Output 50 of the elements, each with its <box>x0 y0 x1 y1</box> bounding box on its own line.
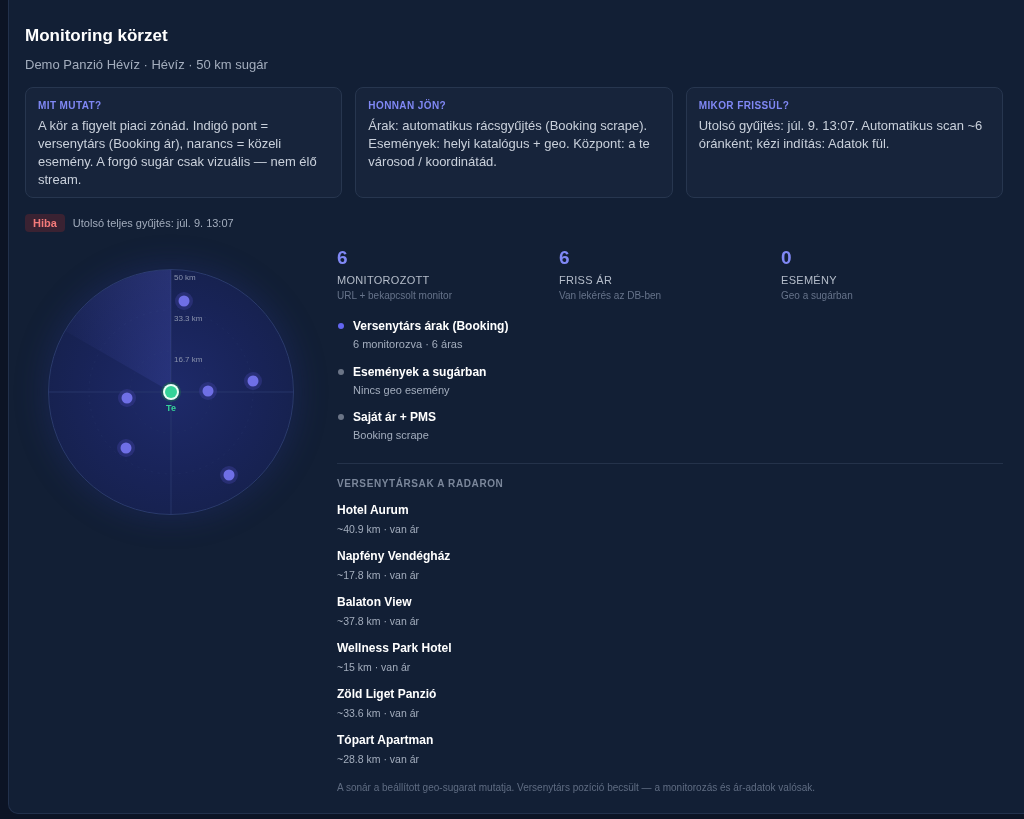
stat-label: ESEMÉNY <box>781 274 838 287</box>
page-subtitle: Demo Panzió Hévíz · Hévíz · 50 km sugár <box>25 57 269 73</box>
stat-label: FRISS ÁR <box>559 274 614 287</box>
competitor-name: Hotel Aurum <box>337 503 410 518</box>
info-card-heading: MIT MUTAT? <box>38 100 103 112</box>
page-title: Monitoring körzet <box>25 25 169 47</box>
competitor-name: Tópart Apartman <box>337 733 435 748</box>
competitor-name: Napfény Vendégház <box>337 549 452 564</box>
competitor-caption: ~37.8 km · van ár <box>337 615 420 628</box>
source-caption: Nincs geo esemény <box>353 383 451 397</box>
competitor-caption: ~40.9 km · van ár <box>337 523 420 536</box>
ring-distance-label: 50 km <box>174 273 196 283</box>
stat-value: 6 <box>337 247 349 269</box>
competitor-marker-icon <box>220 466 238 484</box>
info-card-text: Utolsó gyűjtés: júl. 9. 13:07. Automatikus scan ~6 óránként; kézi indítás: Adatok fül. <box>698 117 984 153</box>
competitor-name: Wellness Park Hotel <box>337 641 453 656</box>
stat-value: 6 <box>559 247 571 269</box>
status-badge: Hiba <box>25 214 65 232</box>
source-caption: Booking scrape <box>353 429 430 442</box>
competitor-marker-icon <box>244 372 262 390</box>
competitor-marker-icon <box>199 382 217 400</box>
competitor-caption: ~17.8 km · van ár <box>337 569 420 582</box>
source-title: Események a sugárban <box>353 364 487 380</box>
source-caption: 6 monitorozva · 6 áras <box>353 338 464 351</box>
ring-distance-label: 33.3 km <box>174 314 203 324</box>
competitor-marker-icon <box>175 292 193 310</box>
info-card-text: Árak: automatikus rácsgyűjtés (Booking scrape). Események: helyi katalógus + geo. Központ: a te városod / koordinátád. <box>368 117 651 171</box>
section-heading: VERSENYTÁRSAK A RADARON <box>337 478 505 490</box>
stat-label: MONITOROZOTT <box>337 274 431 287</box>
competitor-caption: ~15 km · van ár <box>337 661 412 674</box>
competitor-caption: ~33.6 km · van ár <box>337 707 420 720</box>
competitor-marker-icon <box>117 439 135 457</box>
competitor-name: Zöld Liget Panzió <box>337 687 438 702</box>
competitor-caption: ~28.8 km · van ár <box>337 753 420 766</box>
center-label: Te <box>166 403 176 414</box>
footnote: A sonár a beállított geo-sugarat mutatja. Versenytárs pozíció becsült — a monitorozás és ár-adatok valósak. <box>337 782 817 794</box>
stat-value: 0 <box>781 247 793 269</box>
competitor-marker-icon <box>118 389 136 407</box>
ring-distance-label: 16.7 km <box>174 355 203 365</box>
competitor-name: Balaton View <box>337 595 413 610</box>
stat-caption: Van lekérés az DB-ben <box>559 290 663 302</box>
stat-caption: URL + bekapcsolt monitor <box>337 290 453 302</box>
location-marker-icon <box>161 382 181 402</box>
info-card-heading: MIKOR FRISSÜL? <box>698 100 791 112</box>
source-title: Saját ár + PMS <box>353 410 437 425</box>
info-card-heading: HONNAN JÖN? <box>368 100 448 112</box>
stat-caption: Geo a sugárban <box>781 290 854 302</box>
status-text: Utolsó teljes gyűjtés: júl. 9. 13:07 <box>72 217 234 229</box>
source-title: Versenytárs árak (Booking) <box>353 319 509 334</box>
info-card-text: A kör a figyelt piaci zónád. Indigó pont = versenytárs (Booking ár), narancs = közeli esemény. A forgó sugár csak vizuális — nem élő stream. <box>38 117 318 189</box>
